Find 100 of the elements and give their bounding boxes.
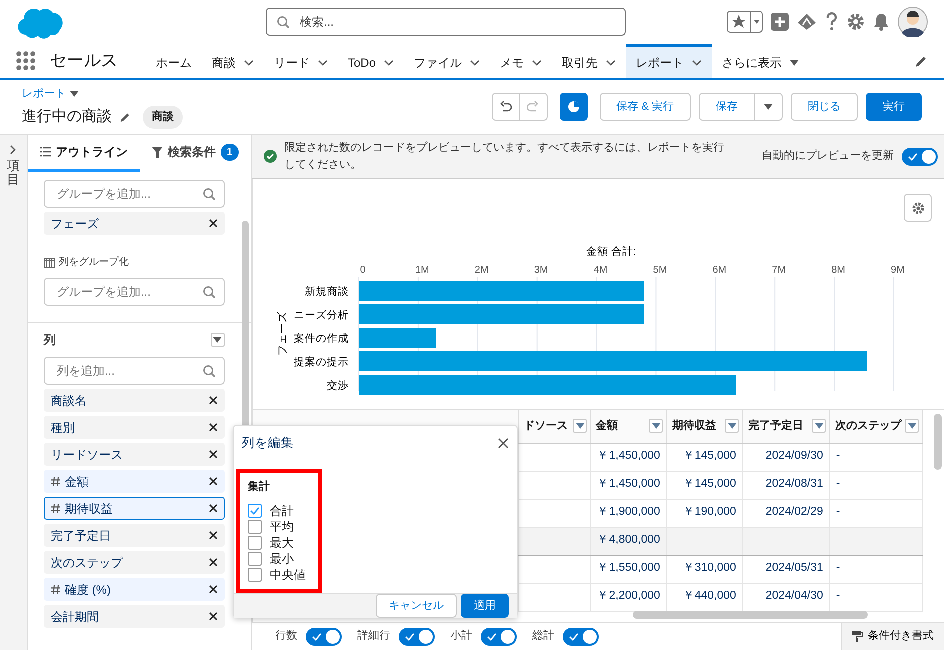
caret-down-icon bbox=[652, 423, 661, 430]
close-icon[interactable] bbox=[208, 477, 218, 486]
nav-tab[interactable]: ホーム bbox=[146, 44, 202, 78]
undo-button[interactable] bbox=[492, 93, 520, 121]
close-icon[interactable] bbox=[208, 450, 218, 459]
axis-tick-label: 5M bbox=[653, 265, 667, 276]
dropdown-button[interactable] bbox=[755, 93, 783, 121]
column-menu-button[interactable] bbox=[573, 419, 588, 434]
save-button[interactable]: 保存 bbox=[699, 93, 755, 121]
run-button[interactable]: 実行 bbox=[866, 93, 922, 121]
checkbox[interactable] bbox=[248, 504, 262, 518]
notification-bell-icon[interactable] bbox=[873, 13, 890, 31]
column-header[interactable]: 金額 bbox=[596, 418, 618, 434]
close-icon[interactable] bbox=[208, 396, 218, 405]
column-chip[interactable]: 商談名 bbox=[44, 389, 225, 412]
checkbox[interactable] bbox=[248, 520, 262, 534]
table-cell: ￥1,450,000 bbox=[597, 478, 660, 490]
conditional-format-button[interactable]: 条件付き書式 bbox=[841, 622, 944, 650]
column-search-field[interactable]: 列を追加... bbox=[44, 357, 225, 385]
nav-tab[interactable]: さらに表示 bbox=[712, 44, 810, 78]
nav-tab[interactable]: レポート bbox=[626, 44, 712, 78]
group-search-field[interactable]: グループを追加... bbox=[44, 278, 225, 306]
edit-pencil-icon[interactable] bbox=[120, 112, 131, 123]
caret-down-icon bbox=[728, 423, 737, 430]
column-menu-button[interactable] bbox=[905, 419, 920, 434]
help-icon[interactable] bbox=[825, 12, 839, 32]
panel-tab[interactable]: 検索条件 1 bbox=[140, 135, 251, 172]
toolbar-button[interactable]: 保存 & 実行 bbox=[600, 93, 691, 121]
close-icon[interactable] bbox=[498, 438, 509, 449]
table-cell: ￥1,900,000 bbox=[597, 506, 660, 518]
caret-down-icon bbox=[814, 423, 824, 430]
close-icon[interactable] bbox=[208, 531, 218, 540]
column-menu-button[interactable] bbox=[812, 419, 826, 434]
close-icon[interactable] bbox=[208, 612, 218, 621]
scrollbar[interactable] bbox=[632, 611, 868, 619]
rail-label[interactable]: 項目 bbox=[6, 159, 20, 188]
table-cell: ￥190,000 bbox=[682, 506, 736, 518]
nav-tab[interactable]: ToDo bbox=[338, 44, 404, 78]
column-chip[interactable]: 会計期間 bbox=[44, 605, 225, 628]
close-icon[interactable] bbox=[208, 423, 218, 432]
edit-pencil-icon[interactable] bbox=[915, 55, 928, 68]
nav-tab[interactable]: リード bbox=[264, 44, 338, 78]
apply-button[interactable]: 適用 bbox=[461, 594, 509, 618]
toggle-switch[interactable] bbox=[306, 628, 342, 646]
cancel-button[interactable]: キャンセル bbox=[376, 594, 457, 618]
column-chip[interactable]: 完了予定日 bbox=[44, 524, 225, 547]
checkbox[interactable] bbox=[248, 552, 262, 566]
success-icon bbox=[264, 150, 277, 163]
table-cell: 2024/08/31 bbox=[766, 478, 824, 490]
table-cell: 2024/09/30 bbox=[766, 450, 824, 462]
column-chip[interactable]: 確度 (%) bbox=[44, 578, 225, 601]
app-launcher-icon[interactable] bbox=[16, 51, 36, 71]
close-icon[interactable] bbox=[208, 504, 218, 513]
checkbox[interactable] bbox=[248, 568, 262, 582]
nav-tab[interactable]: ファイル bbox=[404, 44, 490, 78]
toolbar-button[interactable]: 閉じる bbox=[791, 93, 858, 121]
dropdown-button[interactable] bbox=[210, 333, 225, 347]
settings-icon[interactable] bbox=[847, 13, 865, 31]
category-label: 提案の提示 bbox=[294, 356, 349, 368]
close-icon[interactable] bbox=[208, 219, 218, 228]
checkbox[interactable] bbox=[248, 536, 262, 550]
column-menu-button[interactable] bbox=[649, 419, 664, 434]
group-chip[interactable]: フェーズ bbox=[44, 212, 225, 235]
chevron-right-icon[interactable] bbox=[9, 145, 18, 155]
chevron-down-icon bbox=[692, 58, 702, 68]
toggle-label: 詳細行 bbox=[358, 629, 391, 644]
toggle-switch[interactable] bbox=[398, 628, 435, 646]
column-chip[interactable]: 期待収益 bbox=[44, 497, 225, 520]
search-icon bbox=[202, 365, 216, 378]
column-chip[interactable]: 種別 bbox=[44, 416, 225, 439]
app-name: セールス bbox=[50, 50, 118, 72]
chart-settings-button[interactable] bbox=[904, 194, 932, 222]
column-chip[interactable]: リードソース bbox=[44, 443, 225, 466]
toggle-switch[interactable] bbox=[902, 148, 938, 166]
search-icon bbox=[277, 16, 290, 28]
undo-icon bbox=[500, 101, 512, 113]
toggle-switch[interactable] bbox=[562, 628, 599, 646]
breadcrumb-link[interactable]: レポート bbox=[22, 86, 66, 102]
column-chip[interactable]: 金額 bbox=[44, 470, 225, 493]
column-chip[interactable]: 次のステップ bbox=[44, 551, 225, 574]
column-menu-button[interactable] bbox=[725, 419, 740, 434]
settings-icon bbox=[912, 202, 924, 214]
table-cell: - bbox=[836, 590, 840, 602]
search-field[interactable]: 検索... bbox=[266, 8, 626, 36]
avatar-icon[interactable] bbox=[898, 7, 928, 37]
caret-down-icon bbox=[70, 90, 79, 97]
panel-tab[interactable]: アウトライン bbox=[28, 135, 140, 172]
nav-tab[interactable]: メモ bbox=[490, 44, 552, 78]
close-icon[interactable] bbox=[208, 558, 218, 567]
chart-button[interactable] bbox=[560, 93, 588, 121]
search-input[interactable]: 検索... bbox=[298, 12, 615, 32]
add-icon[interactable] bbox=[771, 13, 789, 31]
toggle-switch[interactable] bbox=[480, 628, 517, 646]
scrollbar[interactable] bbox=[934, 414, 942, 470]
table-cell: ￥2,200,000 bbox=[597, 590, 660, 602]
nav-tab[interactable]: 取引先 bbox=[552, 44, 626, 78]
table-cell: ￥145,000 bbox=[682, 450, 736, 462]
close-icon[interactable] bbox=[208, 585, 218, 594]
group-search-field[interactable]: グループを追加... bbox=[44, 180, 225, 208]
nav-tab[interactable]: 商談 bbox=[202, 44, 264, 78]
